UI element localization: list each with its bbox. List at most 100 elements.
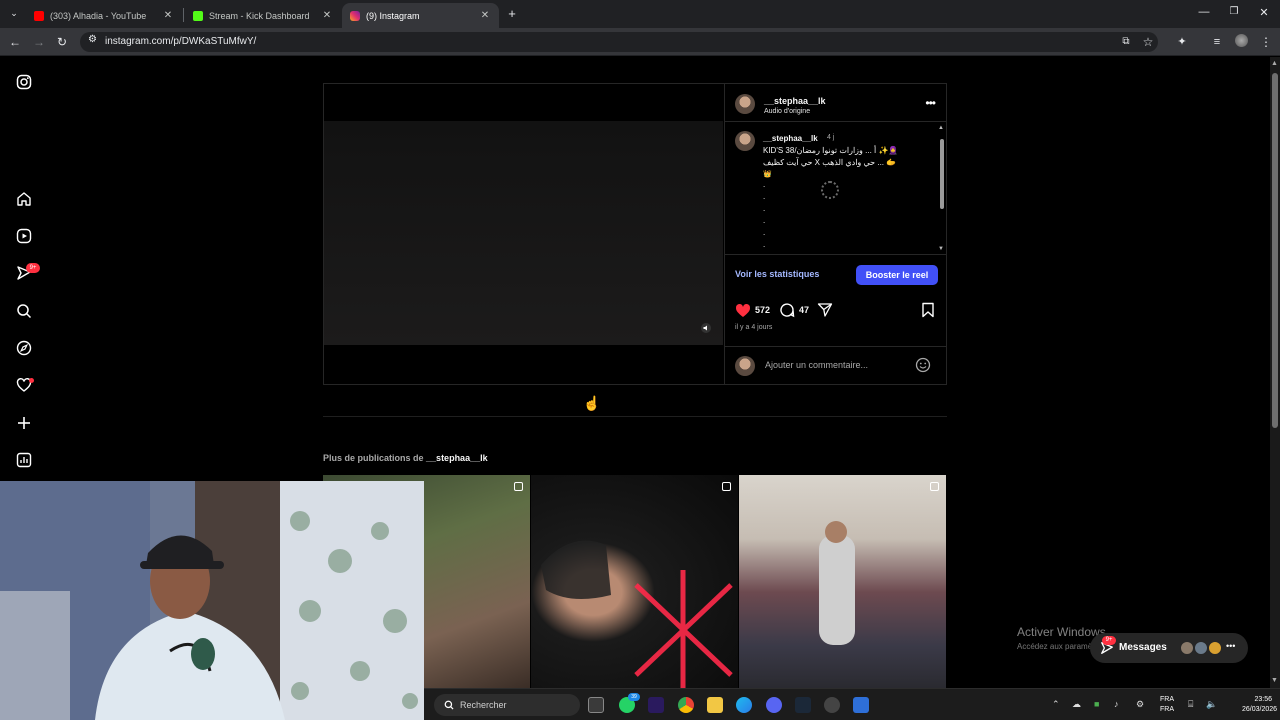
emoji-icon[interactable] (915, 357, 931, 378)
volume-icon[interactable] (701, 323, 711, 333)
volume-icon[interactable]: 🔈 (1206, 699, 1217, 710)
browser-menu-icon[interactable]: ⋮ (1258, 34, 1274, 50)
more-posts-prefix: Plus de publications de (323, 453, 424, 463)
bookmark-star-icon[interactable]: ☆ (1140, 34, 1156, 50)
avatar (1208, 641, 1222, 655)
tray-cloud-icon[interactable]: ☁ (1072, 699, 1081, 710)
scroll-down-arrow-icon[interactable]: ▼ (1271, 677, 1278, 684)
caption-line-3: 👑 (763, 171, 772, 178)
instagram-logo-icon[interactable] (14, 72, 34, 92)
share-icon[interactable] (817, 302, 833, 318)
avatar[interactable] (735, 94, 755, 114)
extensions-icon[interactable]: ✦ (1174, 34, 1190, 50)
reels-icon[interactable] (14, 226, 34, 246)
explore-compass-icon[interactable] (14, 338, 34, 358)
file-explorer-icon[interactable] (707, 697, 723, 713)
close-tab-icon[interactable]: ✕ (162, 10, 174, 21)
close-tab-icon[interactable]: ✕ (321, 10, 333, 21)
caption-username[interactable]: __stephaa__lk (763, 134, 818, 143)
tab-kick[interactable]: Stream - Kick Dashboard ✕ (185, 3, 341, 28)
tray-mic-icon[interactable]: ♪ (1114, 699, 1119, 709)
tray-app-icon[interactable]: ■ (1094, 699, 1099, 709)
caption-dot: . (763, 240, 766, 249)
keyboard-language[interactable]: FRA FRA (1160, 695, 1174, 715)
post-thumbnail[interactable] (531, 475, 738, 688)
media-controls-icon[interactable]: ≡ (1209, 34, 1225, 50)
clock-date: 26/03/2026 (1242, 706, 1278, 713)
reload-icon[interactable]: ↻ (54, 34, 70, 50)
home-icon[interactable] (14, 189, 34, 209)
app-icon[interactable] (853, 697, 869, 713)
webcam-feed-image (0, 481, 424, 720)
create-plus-icon[interactable] (14, 413, 34, 433)
install-app-icon[interactable]: ⧉ (1118, 34, 1134, 50)
audio-label[interactable]: Audio d'origine (764, 108, 810, 115)
obs-icon[interactable] (824, 697, 840, 713)
caption-dot: . (763, 216, 766, 225)
close-window-icon[interactable]: ✕ (1257, 6, 1271, 19)
video-frame[interactable] (324, 121, 723, 345)
caption-avatar[interactable] (735, 131, 755, 151)
chrome-icon[interactable] (678, 697, 694, 713)
messages-floating-button[interactable]: 9+ Messages ••• (1090, 633, 1248, 663)
tab-search-icon[interactable]: ⌄ (6, 5, 22, 21)
new-tab-icon[interactable]: + (504, 6, 520, 22)
page-scroll-thumb[interactable] (1272, 73, 1278, 428)
post-username[interactable]: __stephaa__lk (764, 96, 826, 106)
profile-avatar[interactable] (1233, 34, 1249, 51)
close-tab-icon[interactable]: ✕ (479, 10, 491, 21)
multi-post-icon (514, 482, 523, 491)
reel-video-player[interactable] (324, 84, 723, 384)
comment-action[interactable]: 47 (779, 302, 809, 318)
taskbar-clock[interactable]: 23:56 26/03/2026 (1242, 695, 1278, 715)
forward-icon[interactable]: → (31, 34, 47, 50)
scroll-up-arrow-icon[interactable]: ▲ (938, 125, 944, 131)
heart-filled-icon[interactable] (735, 303, 751, 318)
minimize-icon[interactable]: — (1197, 6, 1211, 18)
taskbar-search[interactable]: Rechercher (434, 694, 580, 716)
network-icon[interactable]: ⌸ (1188, 699, 1193, 710)
instagram-favicon-icon (350, 10, 360, 21)
scroll-down-arrow-icon[interactable]: ▼ (938, 246, 944, 252)
tab-title: (303) Alhadia - YouTube (50, 10, 147, 21)
caption-age: 4 j (827, 134, 835, 141)
search-icon[interactable] (14, 301, 34, 321)
avatar (1194, 641, 1208, 655)
restore-icon[interactable]: ❐ (1227, 6, 1241, 17)
edge-icon[interactable] (736, 697, 752, 713)
tab-youtube[interactable]: (303) Alhadia - YouTube ✕ (26, 3, 182, 28)
view-stats-link[interactable]: Voir les statistiques (735, 269, 819, 279)
share-action[interactable] (817, 302, 833, 318)
kick-favicon-icon (193, 10, 203, 21)
tab-separator (183, 8, 184, 22)
comment-input[interactable]: Ajouter un commentaire... (765, 360, 868, 370)
caption-dot: . (763, 192, 766, 201)
more-options-icon[interactable]: ••• (925, 96, 936, 110)
dashboard-icon[interactable] (14, 450, 34, 470)
tray-overflow-icon[interactable]: ⌃ (1052, 699, 1060, 710)
caption-dot: . (763, 180, 766, 189)
browser-toolbar: ← → ↻ ⚙ instagram.com/p/DWKaSTuMfwY/ ⧉ ☆… (0, 28, 1280, 56)
back-icon[interactable]: ← (7, 34, 23, 50)
tray-settings-icon[interactable]: ⚙ (1136, 699, 1144, 710)
post-thumbnail[interactable] (739, 475, 946, 688)
tab-instagram[interactable]: (9) Instagram ✕ (342, 3, 499, 28)
caption-line-2: حي آيت كظيف X حي وادي الذهب ... 🫱 (763, 158, 897, 167)
discord-icon[interactable] (766, 697, 782, 713)
page-scrollbar[interactable]: ▲ ▼ (1270, 57, 1280, 688)
like-action[interactable]: 572 (735, 302, 770, 318)
comment-icon[interactable] (779, 302, 795, 318)
address-bar[interactable]: ⚙ instagram.com/p/DWKaSTuMfwY/ (80, 32, 1158, 52)
boost-reel-button[interactable]: Booster le reel (856, 265, 938, 285)
scroll-up-arrow-icon[interactable]: ▲ (1271, 60, 1278, 67)
clock-time: 23:56 (1254, 696, 1272, 703)
bookmark-icon[interactable] (921, 302, 935, 318)
more-posts-username[interactable]: __stephaa__lk (426, 453, 488, 463)
caption-scrollbar[interactable] (940, 139, 944, 209)
save-action[interactable] (921, 302, 935, 318)
steam-icon[interactable] (795, 697, 811, 713)
site-info-icon[interactable]: ⚙ (88, 34, 97, 45)
person-figure (819, 535, 855, 645)
premiere-pro-icon[interactable] (648, 697, 664, 713)
task-view-icon[interactable] (588, 697, 604, 713)
